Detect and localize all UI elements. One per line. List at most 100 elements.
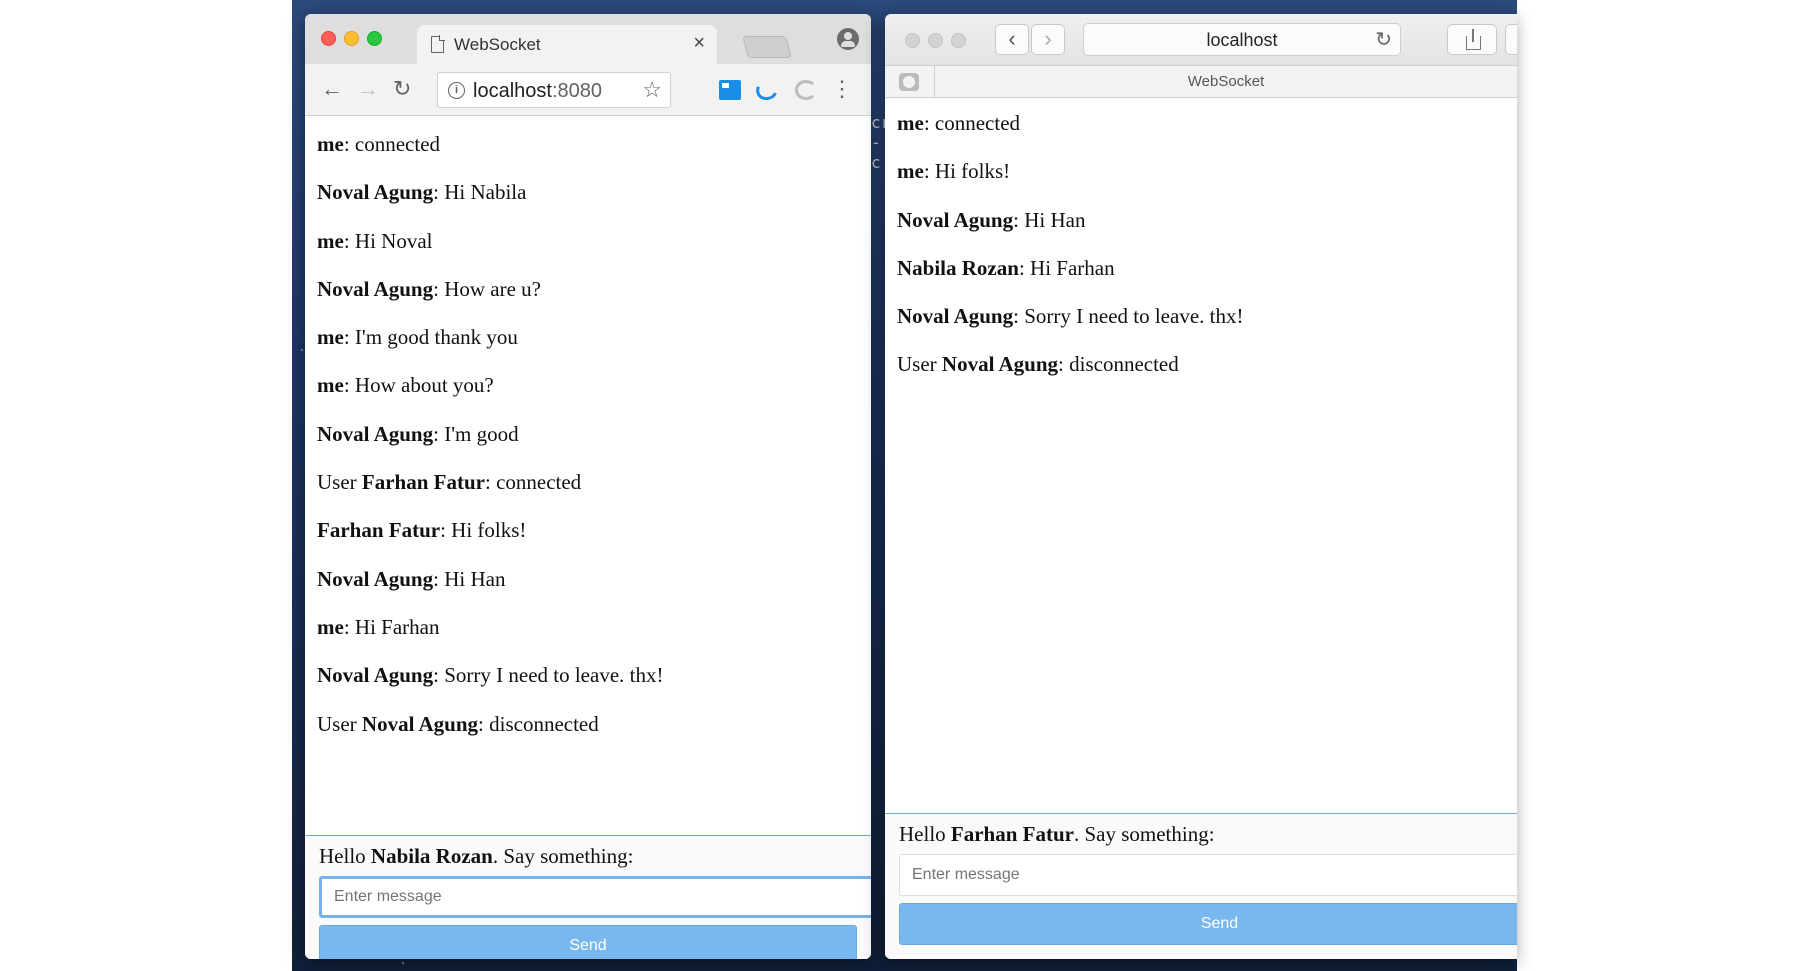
- page-content: me: connected me: Hi folks! Noval Agung:…: [885, 98, 1517, 959]
- forward-button[interactable]: ›: [1031, 24, 1065, 55]
- address-url: localhost:8080: [473, 80, 602, 103]
- safari-tab-bar: WebSocket: [885, 66, 1517, 98]
- message-text: : Hi Farhan: [1018, 255, 1115, 280]
- compose-area: Hello Farhan Fatur. Say something: Send: [885, 813, 1517, 959]
- message-text: : How are u?: [433, 276, 541, 301]
- extension-icon[interactable]: [719, 80, 741, 100]
- greeting-username: Nabila Rozan: [370, 844, 493, 868]
- message-text: : Hi Han: [433, 566, 506, 591]
- new-tab-button[interactable]: [742, 36, 792, 58]
- document-icon: [431, 35, 445, 53]
- chat-message: User Noval Agung: disconnected: [897, 340, 1243, 388]
- window-maximize-button[interactable]: [951, 33, 966, 48]
- star-decoration: [300, 349, 303, 352]
- chat-message: Noval Agung: Sorry I need to leave. thx!: [317, 651, 663, 699]
- menu-icon[interactable]: ⋮: [831, 74, 853, 104]
- message-list: me: connected me: Hi folks! Noval Agung:…: [897, 99, 1243, 389]
- chrome-tab-websocket[interactable]: WebSocket ×: [417, 25, 717, 64]
- window-close-button[interactable]: [321, 31, 336, 46]
- jquery-extension-icon[interactable]: [753, 76, 781, 104]
- message-sender: me: [317, 614, 344, 639]
- chat-message: Noval Agung: I'm good: [317, 410, 663, 458]
- message-text: : Hi Farhan: [343, 614, 440, 639]
- send-button[interactable]: Send: [319, 925, 857, 959]
- tab-overview-button[interactable]: [885, 66, 935, 98]
- window-maximize-button[interactable]: [367, 31, 382, 46]
- chat-message: me: connected: [897, 99, 1243, 147]
- safari-toolbar: ‹ › localhost ↻: [885, 14, 1517, 66]
- reload-extension-icon[interactable]: [795, 80, 817, 100]
- url-host: localhost: [473, 80, 552, 102]
- message-sender: Noval Agung: [941, 352, 1059, 377]
- toolbar-button[interactable]: [1505, 24, 1517, 55]
- url-port: :8080: [551, 80, 602, 102]
- greeting-suffix: . Say something:: [1073, 822, 1215, 846]
- message-input[interactable]: [319, 876, 871, 918]
- reload-icon[interactable]: ↻: [1375, 27, 1392, 52]
- message-sender: Noval Agung: [897, 304, 1014, 329]
- message-sender: Noval Agung: [317, 276, 434, 301]
- message-sender: Noval Agung: [317, 421, 434, 446]
- message-sender: Nabila Rozan: [897, 255, 1019, 280]
- message-text: : connected: [923, 111, 1021, 135]
- info-icon[interactable]: i: [448, 82, 465, 99]
- window-minimize-button[interactable]: [344, 31, 359, 46]
- message-text: : Hi Noval: [343, 228, 433, 253]
- message-text: : I'm good thank you: [343, 325, 518, 350]
- address-bar[interactable]: i localhost:8080 ☆: [437, 72, 671, 108]
- message-prefix: User: [897, 352, 942, 377]
- message-input[interactable]: [899, 854, 1517, 896]
- compose-area: Hello Nabila Rozan. Say something: Send: [305, 835, 871, 959]
- message-text: : connected: [343, 132, 441, 156]
- message-text: : Sorry I need to leave. thx!: [433, 663, 664, 688]
- message-text: : Hi folks!: [440, 518, 527, 543]
- send-button[interactable]: Send: [899, 903, 1517, 945]
- message-sender: Farhan Fatur: [317, 518, 441, 543]
- message-sender: Noval Agung: [361, 711, 479, 736]
- message-sender: me: [317, 325, 344, 350]
- message-sender: me: [317, 373, 344, 398]
- chat-message: Noval Agung: How are u?: [317, 265, 663, 313]
- safari-browser-window: ‹ › localhost ↻ WebSocket me: connected …: [885, 14, 1517, 959]
- message-sender: me: [897, 159, 924, 184]
- tab-close-icon[interactable]: ×: [693, 32, 705, 55]
- message-text: : Hi Nabila: [433, 180, 527, 205]
- reload-button[interactable]: ↻: [393, 76, 411, 102]
- greeting-prefix: Hello: [899, 822, 951, 846]
- greeting-prefix: Hello: [319, 844, 371, 868]
- message-text: : connected: [484, 470, 582, 495]
- greeting-text: Hello Farhan Fatur. Say something:: [899, 822, 1215, 847]
- message-sender: me: [897, 111, 924, 135]
- message-sender: Farhan Fatur: [361, 470, 485, 495]
- chat-message: me: I'm good thank you: [317, 313, 663, 361]
- chat-message: Noval Agung: Hi Nabila: [317, 168, 663, 216]
- message-text: : disconnected: [478, 711, 599, 736]
- profile-icon[interactable]: [837, 28, 859, 50]
- message-text: : Sorry I need to leave. thx!: [1013, 304, 1244, 329]
- forward-button[interactable]: →: [357, 76, 379, 102]
- window-minimize-button[interactable]: [928, 33, 943, 48]
- chat-message: Nabila Rozan: Hi Farhan: [897, 244, 1243, 292]
- back-button[interactable]: ←: [321, 76, 343, 102]
- star-decoration: [401, 961, 404, 964]
- chat-message: me: connected: [317, 120, 663, 168]
- tab-overview-icon: [899, 73, 919, 91]
- share-icon[interactable]: [1447, 24, 1497, 55]
- chat-message: me: How about you?: [317, 361, 663, 409]
- back-button[interactable]: ‹: [995, 24, 1029, 55]
- address-bar[interactable]: localhost ↻: [1083, 23, 1401, 56]
- greeting-username: Farhan Fatur: [950, 822, 1074, 846]
- terminal-text-line: -c: [871, 133, 881, 172]
- message-list: me: connected Noval Agung: Hi Nabila me:…: [317, 120, 663, 748]
- message-prefix: User: [317, 470, 362, 495]
- tab-title: WebSocket: [454, 35, 541, 54]
- message-prefix: User: [317, 711, 362, 736]
- tab-title[interactable]: WebSocket: [935, 73, 1517, 90]
- message-sender: Noval Agung: [317, 566, 434, 591]
- window-close-button[interactable]: [905, 33, 920, 48]
- chrome-toolbar: ← → ↻ i localhost:8080 ☆ ⋮: [305, 64, 871, 116]
- message-text: : Hi folks!: [923, 159, 1011, 184]
- star-icon[interactable]: ☆: [642, 77, 662, 103]
- chat-message: me: Hi folks!: [897, 147, 1243, 195]
- chat-message: Farhan Fatur: Hi folks!: [317, 506, 663, 554]
